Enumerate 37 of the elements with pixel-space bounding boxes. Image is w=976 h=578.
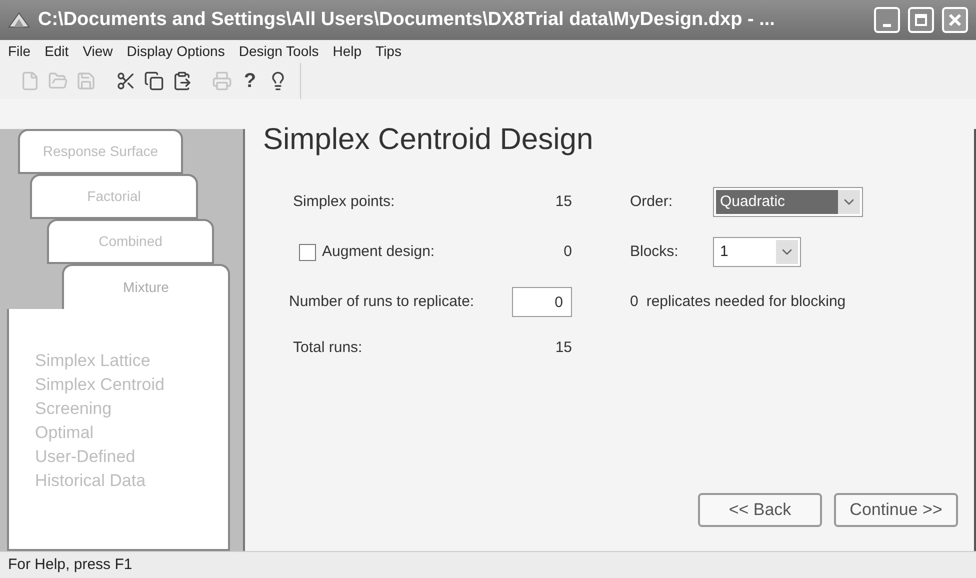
value-text: 15 — [555, 192, 572, 212]
checkbox[interactable] — [299, 244, 316, 260]
chevron-down-icon — [838, 190, 860, 214]
close-icon — [948, 13, 962, 27]
menu-item[interactable]: Tips — [376, 41, 402, 62]
value-text: 15 — [555, 338, 572, 358]
input-field[interactable]: 0 — [512, 287, 572, 317]
app-logo-icon — [8, 10, 30, 30]
dropdown[interactable]: 1 — [713, 237, 801, 267]
field-label: Simplex points: — [292, 192, 396, 212]
value-text: 0 — [564, 242, 572, 262]
menu-item[interactable]: File — [8, 41, 31, 62]
window-title: C:\Documents and Settings\All Users\Documents\DX8Trial data\MyDesign.dxp - ... — [38, 8, 776, 32]
menu-item[interactable]: Design Tools — [238, 41, 319, 62]
close-button[interactable] — [942, 7, 968, 33]
menu-item[interactable]: Help — [332, 41, 362, 62]
field-label: Number of runs to replicate: — [289, 292, 474, 312]
field-label: Total runs: — [292, 338, 364, 358]
continue-button[interactable]: Continue >> — [834, 493, 958, 527]
field-label: Blocks: — [629, 242, 680, 262]
help-button[interactable]: ? — [236, 67, 264, 95]
value-text: 0 — [630, 292, 638, 312]
back-button[interactable]: << Back — [698, 493, 822, 527]
note-text: replicates needed for blocking — [646, 292, 846, 312]
page-heading: Simplex Centroid Design — [263, 122, 594, 158]
status-text: For Help, press F1 — [8, 554, 132, 575]
dropdown[interactable]: Quadratic — [713, 187, 863, 217]
chevron-down-icon — [776, 240, 798, 264]
menu-item[interactable]: View — [82, 41, 113, 62]
menu-item[interactable]: Edit — [44, 41, 69, 62]
checkbox-label[interactable]: Augment design: — [322, 240, 435, 264]
menu-item[interactable]: Display Options — [126, 41, 225, 62]
maximize-button[interactable] — [908, 7, 934, 33]
dropdown-value: Quadratic — [716, 190, 838, 214]
dropdown-value: 1 — [719, 242, 730, 262]
minimize-button[interactable] — [874, 7, 900, 33]
field-label: Order: — [629, 192, 674, 212]
